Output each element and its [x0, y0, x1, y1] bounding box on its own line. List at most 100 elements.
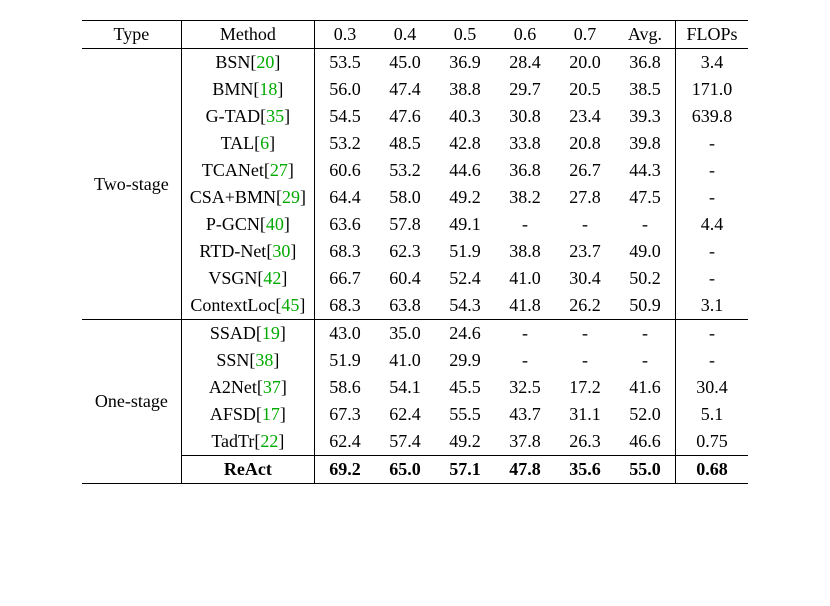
citation[interactable]: 35	[266, 106, 284, 126]
value-cell: 31.1	[555, 401, 615, 428]
value-cell: -	[495, 211, 555, 238]
value-cell: -	[555, 320, 615, 348]
value-cell: 47.4	[375, 76, 435, 103]
value-cell: 3.4	[675, 49, 748, 77]
table-row: One-stageSSAD[19]43.035.024.6----	[82, 320, 748, 348]
value-cell: 24.6	[435, 320, 495, 348]
value-cell: -	[675, 184, 748, 211]
method-name: ContextLoc	[190, 295, 275, 315]
group-label: One-stage	[82, 320, 181, 484]
citation[interactable]: 6	[260, 133, 269, 153]
citation[interactable]: 30	[272, 241, 290, 261]
table-row: TadTr[22]62.457.449.237.826.346.60.75	[82, 428, 748, 456]
value-cell: -	[555, 211, 615, 238]
col-0-7: 0.7	[555, 21, 615, 49]
value-cell: 33.8	[495, 130, 555, 157]
value-cell: 41.8	[495, 292, 555, 320]
value-cell: 42.8	[435, 130, 495, 157]
method-cell: A2Net[37]	[181, 374, 314, 401]
citation[interactable]: 19	[262, 323, 280, 343]
value-cell: 54.1	[375, 374, 435, 401]
value-cell: 39.8	[615, 130, 676, 157]
value-cell: 20.5	[555, 76, 615, 103]
method-name: TAL	[221, 133, 255, 153]
citation[interactable]: 27	[270, 160, 288, 180]
method-name: CSA+BMN	[190, 187, 276, 207]
value-cell: 27.8	[555, 184, 615, 211]
method-name: SSN	[216, 350, 249, 370]
table-row: ContextLoc[45]68.363.854.341.826.250.93.…	[82, 292, 748, 320]
method-cell: BSN[20]	[181, 49, 314, 77]
value-cell: -	[495, 320, 555, 348]
value-cell: 57.4	[375, 428, 435, 456]
method-cell: AFSD[17]	[181, 401, 314, 428]
value-cell: 62.4	[314, 428, 375, 456]
citation[interactable]: 40	[266, 214, 284, 234]
value-cell: 26.7	[555, 157, 615, 184]
citation[interactable]: 42	[263, 268, 281, 288]
citation[interactable]: 45	[281, 295, 299, 315]
citation[interactable]: 29	[282, 187, 300, 207]
value-cell: 48.5	[375, 130, 435, 157]
table-row: G-TAD[35]54.547.640.330.823.439.3639.8	[82, 103, 748, 130]
table-row: CSA+BMN[29]64.458.049.238.227.847.5-	[82, 184, 748, 211]
value-cell: 35.0	[375, 320, 435, 348]
value-cell: 23.4	[555, 103, 615, 130]
value-cell: 20.8	[555, 130, 615, 157]
value-cell: 52.0	[615, 401, 676, 428]
method-name: A2Net	[209, 377, 257, 397]
value-cell: -	[675, 347, 748, 374]
value-cell: -	[675, 157, 748, 184]
value-cell: 30.4	[675, 374, 748, 401]
value-cell: 49.2	[435, 184, 495, 211]
method-cell: TadTr[22]	[181, 428, 314, 456]
col-method: Method	[181, 21, 314, 49]
highlight-row: ReAct69.265.057.147.835.655.00.68	[82, 456, 748, 484]
value-cell: 62.3	[375, 238, 435, 265]
value-cell: 3.1	[675, 292, 748, 320]
method-cell: CSA+BMN[29]	[181, 184, 314, 211]
method-cell: G-TAD[35]	[181, 103, 314, 130]
citation[interactable]: 17	[262, 404, 280, 424]
method-name: SSAD	[210, 323, 256, 343]
value-cell: 50.2	[615, 265, 676, 292]
value-cell: 50.9	[615, 292, 676, 320]
method-cell: SSAD[19]	[181, 320, 314, 348]
table-row: P-GCN[40]63.657.849.1---4.4	[82, 211, 748, 238]
value-cell: 17.2	[555, 374, 615, 401]
citation[interactable]: 37	[263, 377, 281, 397]
value-cell: 36.9	[435, 49, 495, 77]
value-cell: -	[675, 320, 748, 348]
value-cell: 44.3	[615, 157, 676, 184]
citation[interactable]: 18	[259, 79, 277, 99]
value-cell: 47.5	[615, 184, 676, 211]
value-cell: 49.1	[435, 211, 495, 238]
citation[interactable]: 22	[260, 431, 278, 451]
value-cell: 26.2	[555, 292, 615, 320]
table-row: A2Net[37]58.654.145.532.517.241.630.4	[82, 374, 748, 401]
value-cell: 67.3	[314, 401, 375, 428]
citation[interactable]: 38	[255, 350, 273, 370]
value-cell: 30.4	[555, 265, 615, 292]
value-cell: 68.3	[314, 238, 375, 265]
value-cell: -	[675, 238, 748, 265]
value-cell: 23.7	[555, 238, 615, 265]
value-cell: 45.0	[375, 49, 435, 77]
citation[interactable]: 20	[256, 52, 274, 72]
method-name: G-TAD	[206, 106, 261, 126]
value-cell: 43.0	[314, 320, 375, 348]
table-row: TCANet[27]60.653.244.636.826.744.3-	[82, 157, 748, 184]
value-cell: 60.4	[375, 265, 435, 292]
value-cell: 40.3	[435, 103, 495, 130]
table-row: AFSD[17]67.362.455.543.731.152.05.1	[82, 401, 748, 428]
method-cell: ReAct	[181, 456, 314, 484]
method-cell: TCANet[27]	[181, 157, 314, 184]
value-cell: 28.4	[495, 49, 555, 77]
value-cell: 45.5	[435, 374, 495, 401]
value-cell: 66.7	[314, 265, 375, 292]
method-cell: P-GCN[40]	[181, 211, 314, 238]
value-cell: 20.0	[555, 49, 615, 77]
value-cell: -	[555, 347, 615, 374]
col-0-3: 0.3	[314, 21, 375, 49]
value-cell: 47.6	[375, 103, 435, 130]
